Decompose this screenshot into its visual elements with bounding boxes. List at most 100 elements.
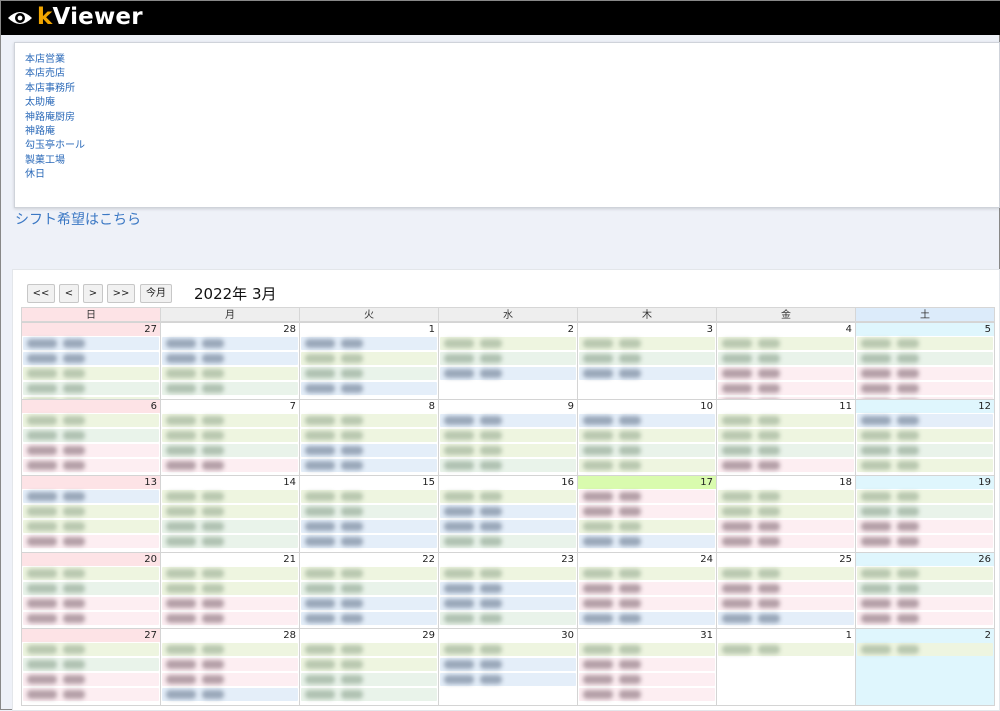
- next-year-button[interactable]: >>: [107, 284, 135, 303]
- shift-entry[interactable]: [718, 566, 854, 580]
- shift-entry[interactable]: [440, 428, 576, 442]
- shift-entry[interactable]: [857, 596, 993, 610]
- shift-entry[interactable]: [440, 596, 576, 610]
- shift-entry[interactable]: [718, 367, 854, 380]
- shift-entry[interactable]: [301, 458, 437, 472]
- shift-entry[interactable]: [718, 535, 854, 548]
- day-cell[interactable]: 19: [855, 475, 995, 553]
- shift-entry[interactable]: [301, 611, 437, 625]
- shift-entry[interactable]: [579, 596, 715, 610]
- shift-entry[interactable]: [440, 367, 576, 380]
- day-cell[interactable]: 2: [438, 322, 578, 400]
- shift-entry[interactable]: [301, 658, 437, 671]
- shift-entry[interactable]: [162, 658, 298, 671]
- day-cell[interactable]: 22: [299, 551, 439, 629]
- day-cell[interactable]: 30: [438, 628, 578, 706]
- shift-entry[interactable]: [162, 673, 298, 686]
- prev-year-button[interactable]: <<: [27, 284, 55, 303]
- shift-entry[interactable]: [301, 688, 437, 701]
- day-cell[interactable]: 21: [160, 551, 300, 629]
- shift-entry[interactable]: [579, 352, 715, 365]
- day-cell[interactable]: 15: [299, 475, 439, 553]
- shift-entry[interactable]: [857, 505, 993, 518]
- prev-month-button[interactable]: <: [59, 284, 79, 303]
- shift-entry[interactable]: [857, 428, 993, 442]
- shift-entry[interactable]: [857, 490, 993, 503]
- shift-entry[interactable]: [23, 505, 159, 518]
- shift-entry[interactable]: [718, 337, 854, 350]
- link-seika-factory[interactable]: 製菓工場: [25, 154, 989, 168]
- shift-entry[interactable]: [718, 611, 854, 625]
- shift-entry[interactable]: [301, 443, 437, 457]
- shift-entry[interactable]: [440, 490, 576, 503]
- shift-entry[interactable]: [857, 367, 993, 380]
- shift-entry[interactable]: [162, 382, 298, 395]
- day-cell[interactable]: 7: [160, 398, 300, 476]
- shift-entry[interactable]: [162, 520, 298, 533]
- shift-entry[interactable]: [301, 673, 437, 686]
- shift-entry[interactable]: [162, 367, 298, 380]
- day-cell[interactable]: 8: [299, 398, 439, 476]
- shift-entry[interactable]: [579, 505, 715, 518]
- shift-entry[interactable]: [857, 413, 993, 427]
- day-cell[interactable]: 20: [21, 551, 161, 629]
- day-cell[interactable]: 28: [160, 628, 300, 706]
- shift-entry[interactable]: [579, 658, 715, 671]
- day-cell[interactable]: 28: [160, 322, 300, 400]
- day-cell[interactable]: 4: [716, 322, 856, 400]
- shift-entry[interactable]: [857, 352, 993, 365]
- shift-entry[interactable]: [579, 611, 715, 625]
- shift-entry[interactable]: [23, 428, 159, 442]
- shift-entry[interactable]: [301, 566, 437, 580]
- shift-entry[interactable]: [301, 581, 437, 595]
- day-cell[interactable]: 1: [716, 628, 856, 706]
- shift-entry[interactable]: [162, 428, 298, 442]
- link-kamijian-kitchen[interactable]: 神路庵厨房: [25, 111, 989, 125]
- shift-entry[interactable]: [301, 367, 437, 380]
- shift-entry[interactable]: [440, 458, 576, 472]
- shift-entry[interactable]: [23, 611, 159, 625]
- shift-entry[interactable]: [23, 367, 159, 380]
- shift-entry[interactable]: [23, 596, 159, 610]
- day-cell[interactable]: 9: [438, 398, 578, 476]
- day-cell[interactable]: 5: [855, 322, 995, 400]
- day-cell[interactable]: 11: [716, 398, 856, 476]
- shift-entry[interactable]: [23, 643, 159, 656]
- day-cell[interactable]: 23: [438, 551, 578, 629]
- shift-entry[interactable]: [440, 413, 576, 427]
- shift-entry[interactable]: [440, 611, 576, 625]
- shift-entry[interactable]: [718, 458, 854, 472]
- day-cell[interactable]: 18: [716, 475, 856, 553]
- shift-entry[interactable]: [23, 520, 159, 533]
- shift-entry[interactable]: [857, 337, 993, 350]
- day-cell[interactable]: 16: [438, 475, 578, 553]
- shift-entry[interactable]: [579, 490, 715, 503]
- shift-entry[interactable]: [718, 352, 854, 365]
- shift-entry[interactable]: [718, 413, 854, 427]
- shift-entry[interactable]: [162, 505, 298, 518]
- link-honten-eigyo[interactable]: 本店営業: [25, 53, 989, 67]
- day-cell[interactable]: 24: [577, 551, 717, 629]
- shift-entry[interactable]: [440, 673, 576, 686]
- shift-entry[interactable]: [162, 458, 298, 472]
- shift-entry[interactable]: [718, 596, 854, 610]
- shift-entry[interactable]: [718, 382, 854, 395]
- shift-entry[interactable]: [857, 581, 993, 595]
- shift-entry[interactable]: [23, 382, 159, 395]
- day-cell[interactable]: 10: [577, 398, 717, 476]
- day-cell[interactable]: 3: [577, 322, 717, 400]
- shift-entry[interactable]: [162, 688, 298, 701]
- next-month-button[interactable]: >: [83, 284, 103, 303]
- shift-entry[interactable]: [162, 337, 298, 350]
- shift-entry[interactable]: [162, 352, 298, 365]
- shift-entry[interactable]: [162, 596, 298, 610]
- shift-entry[interactable]: [23, 673, 159, 686]
- shift-entry[interactable]: [579, 413, 715, 427]
- shift-entry[interactable]: [440, 443, 576, 457]
- link-tasukean[interactable]: 太助庵: [25, 96, 989, 110]
- shift-entry[interactable]: [162, 443, 298, 457]
- shift-entry[interactable]: [23, 658, 159, 671]
- shift-request-link[interactable]: シフト希望はこちら: [15, 209, 141, 229]
- shift-entry[interactable]: [579, 458, 715, 472]
- shift-entry[interactable]: [440, 535, 576, 548]
